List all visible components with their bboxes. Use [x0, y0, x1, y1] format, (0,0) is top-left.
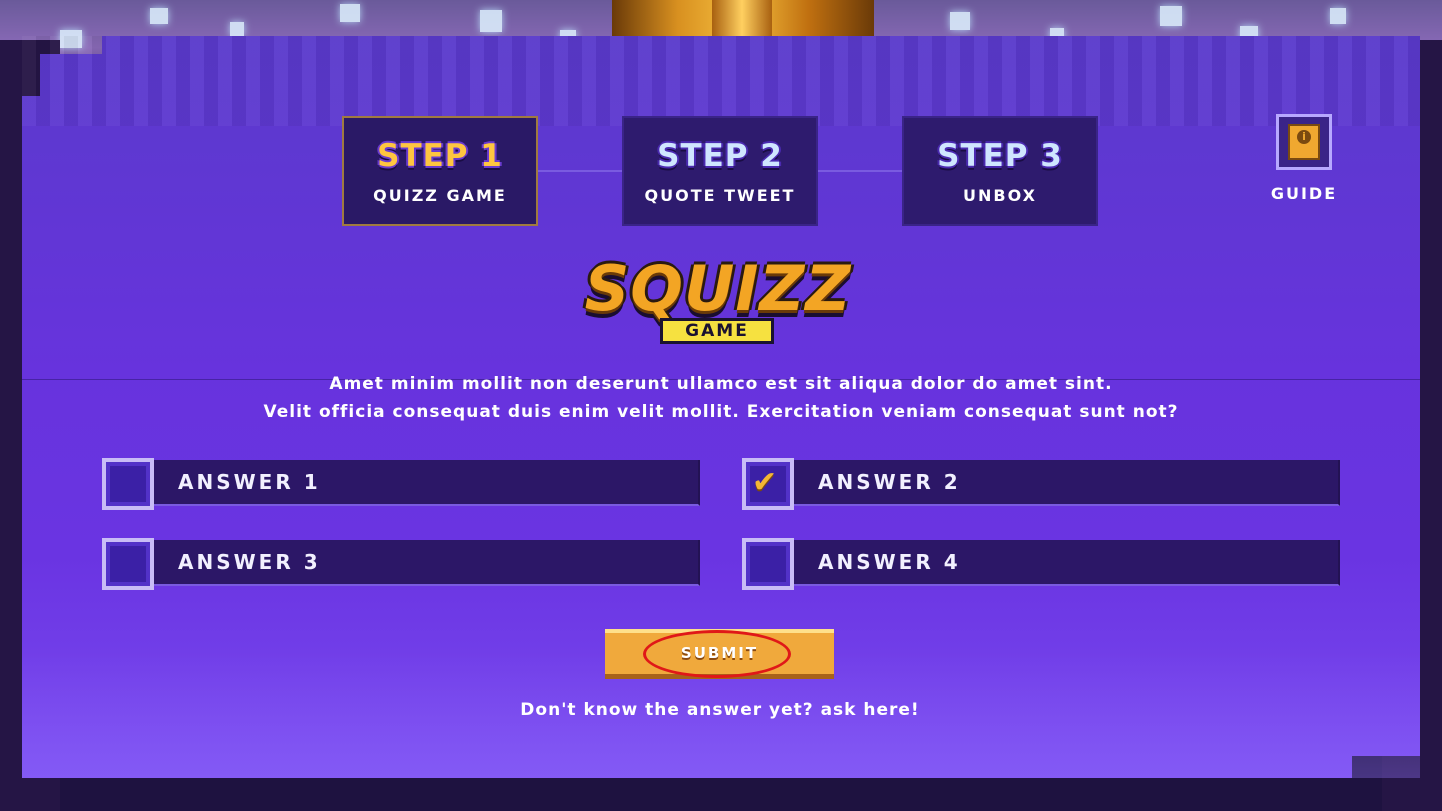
- answer-label: ANSWER 3: [178, 550, 321, 574]
- question-line-1: Amet minim mollit non deserunt ullamco e…: [329, 374, 1113, 394]
- info-book-icon: i: [1276, 114, 1332, 170]
- answer-label: ANSWER 1: [178, 470, 321, 494]
- step-connector: [538, 170, 622, 172]
- ask-here-link[interactable]: Don't know the answer yet? ask here!: [420, 700, 1020, 720]
- answer-option-1[interactable]: ANSWER 1: [102, 458, 700, 510]
- answer-label: ANSWER 2: [818, 470, 961, 494]
- step-title: STEP 3: [937, 138, 1063, 174]
- checkbox[interactable]: ✔: [742, 458, 794, 510]
- step-subtitle: QUOTE TWEET: [644, 186, 796, 205]
- step-title: STEP 2: [657, 138, 783, 174]
- submit-highlight-circle: [643, 630, 791, 678]
- checkbox[interactable]: [102, 458, 154, 510]
- squizz-game-logo: SQUIZZ GAME: [572, 256, 864, 352]
- checkbox[interactable]: [102, 538, 154, 590]
- step-3-tab[interactable]: STEP 3 UNBOX: [902, 116, 1098, 226]
- step-1-tab[interactable]: STEP 1 QUIZZ GAME: [342, 116, 538, 226]
- logo-text: SQUIZZ: [584, 252, 852, 325]
- check-icon: ✔: [752, 465, 778, 500]
- step-subtitle: QUIZZ GAME: [373, 186, 507, 205]
- answer-label: ANSWER 4: [818, 550, 961, 574]
- step-2-tab[interactable]: STEP 2 QUOTE TWEET: [622, 116, 818, 226]
- guide-label: GUIDE: [1270, 184, 1338, 203]
- guide-button[interactable]: i GUIDE: [1266, 114, 1342, 206]
- panel-pixel-texture-top: [22, 36, 1420, 126]
- logo-subtitle: GAME: [660, 318, 774, 344]
- step-connector: [818, 170, 902, 172]
- question-line-2: Velit officia consequat duis enim velit …: [263, 402, 1179, 422]
- answer-option-3[interactable]: ANSWER 3: [102, 538, 700, 590]
- step-title: STEP 1: [377, 138, 503, 174]
- checkbox[interactable]: [742, 538, 794, 590]
- answer-option-2[interactable]: ✔ ANSWER 2: [742, 458, 1340, 510]
- step-subtitle: UNBOX: [963, 186, 1037, 205]
- answer-option-4[interactable]: ANSWER 4: [742, 538, 1340, 590]
